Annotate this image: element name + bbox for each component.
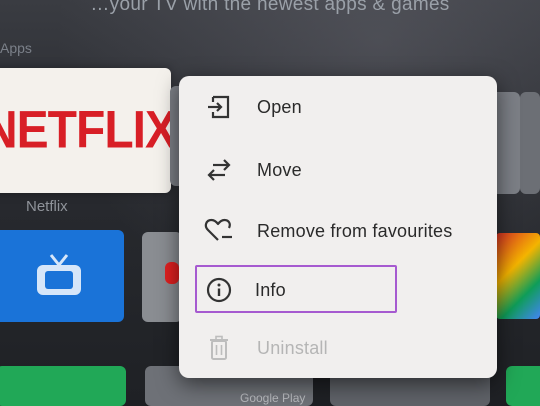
menu-item-label: Uninstall xyxy=(257,337,328,358)
netflix-app-tile[interactable]: NETFLIX xyxy=(0,68,177,193)
menu-item-label: Move xyxy=(257,159,302,180)
menu-item-open[interactable]: Open xyxy=(179,82,497,132)
netflix-logo: NETFLIX xyxy=(0,101,177,160)
netflix-caption: Netflix xyxy=(26,198,68,215)
app-tile[interactable] xyxy=(520,92,540,194)
menu-item-label: Open xyxy=(257,96,302,117)
menu-item-info[interactable]: Info xyxy=(179,265,497,315)
heart-remove-icon xyxy=(203,215,235,247)
app-tile[interactable] xyxy=(0,366,126,406)
app-tile[interactable] xyxy=(506,366,540,406)
live-tv-app-tile[interactable] xyxy=(0,230,124,322)
google-play-label: Google Play xyxy=(240,391,306,405)
banner-text: …your TV with the newest apps & games xyxy=(90,0,450,15)
menu-item-move[interactable]: Move xyxy=(179,145,497,195)
tv-icon xyxy=(37,254,81,295)
menu-item-uninstall[interactable]: Uninstall xyxy=(179,323,497,373)
swap-arrows-icon xyxy=(203,154,235,186)
menu-item-label: Remove from favourites xyxy=(257,220,453,241)
menu-item-label: Info xyxy=(255,279,286,300)
info-icon xyxy=(203,274,235,306)
trash-icon xyxy=(203,332,235,364)
row-label-apps: Apps xyxy=(0,40,32,56)
open-in-icon xyxy=(203,91,235,123)
menu-item-remove-from-favourites[interactable]: Remove from favourites xyxy=(179,206,497,256)
app-tile[interactable] xyxy=(165,262,179,284)
app-tile[interactable] xyxy=(496,233,540,319)
context-menu: Open Move Remove from favourites Info Un… xyxy=(179,76,497,378)
